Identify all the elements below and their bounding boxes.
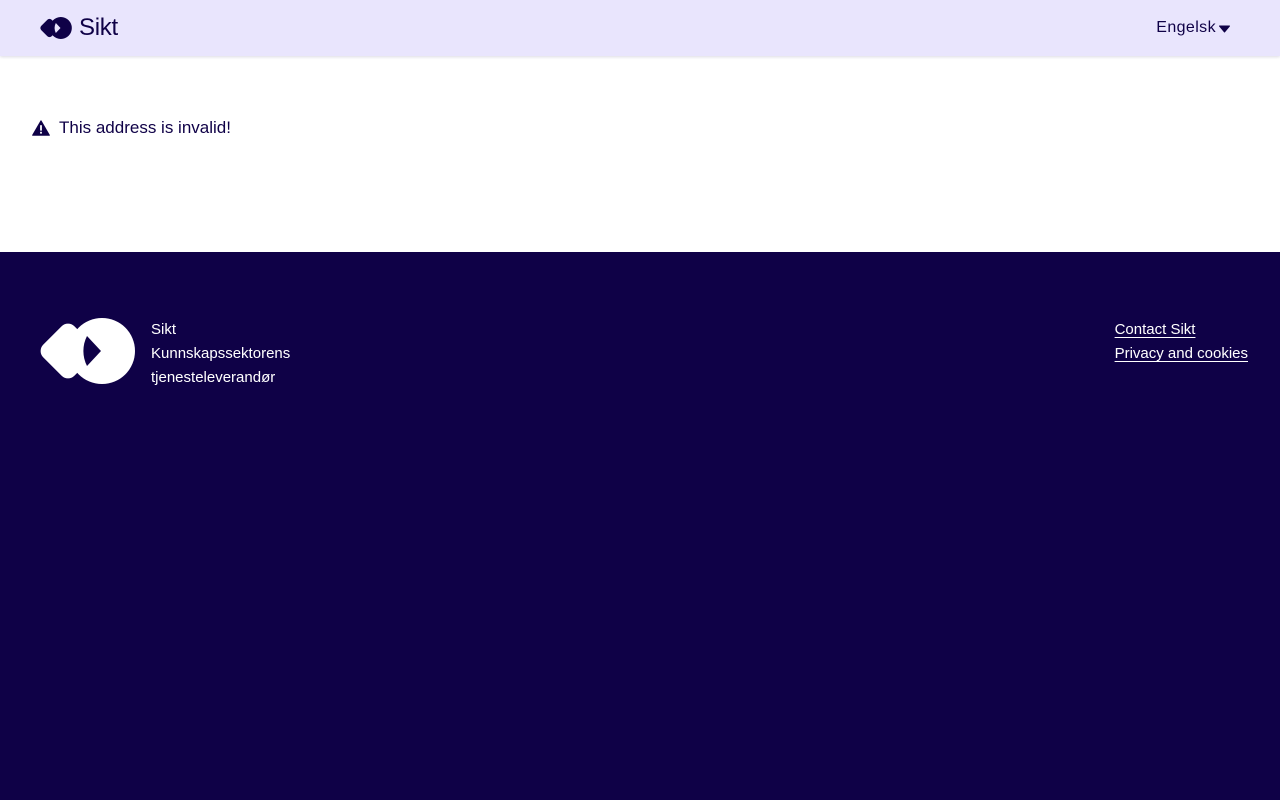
caret-down-icon: [1219, 25, 1230, 33]
home-logo-link[interactable]: Sikt: [38, 14, 118, 42]
footer-tagline-line-2: tjenesteleverandør: [151, 369, 276, 386]
footer-tagline-line-1: Kunnskapssektorens: [151, 345, 291, 362]
main-content: This address is invalid!: [0, 56, 1280, 252]
privacy-cookies-link[interactable]: Privacy and cookies: [1115, 342, 1248, 366]
footer-brand-text: Sikt Kunnskapssektorens tjenesteleverand…: [151, 318, 290, 390]
alert-message: This address is invalid!: [59, 118, 231, 137]
language-label: Engelsk: [1156, 19, 1216, 36]
warning-icon: [32, 120, 50, 136]
site-header: Sikt Engelsk: [0, 0, 1280, 56]
footer-brand-name: Sikt: [151, 321, 177, 338]
footer-brand: Sikt Kunnskapssektorens tjenesteleverand…: [34, 318, 290, 390]
contact-sikt-link[interactable]: Contact Sikt: [1115, 318, 1196, 342]
site-footer: Sikt Kunnskapssektorens tjenesteleverand…: [0, 252, 1280, 800]
sikt-logo-icon: [40, 17, 72, 39]
language-selector[interactable]: Engelsk: [1156, 19, 1230, 37]
footer-links: Contact Sikt Privacy and cookies: [1115, 318, 1248, 366]
error-alert: This address is invalid!: [32, 118, 1248, 138]
sikt-logo-icon: [40, 318, 135, 384]
brand-name: Sikt: [79, 14, 118, 41]
